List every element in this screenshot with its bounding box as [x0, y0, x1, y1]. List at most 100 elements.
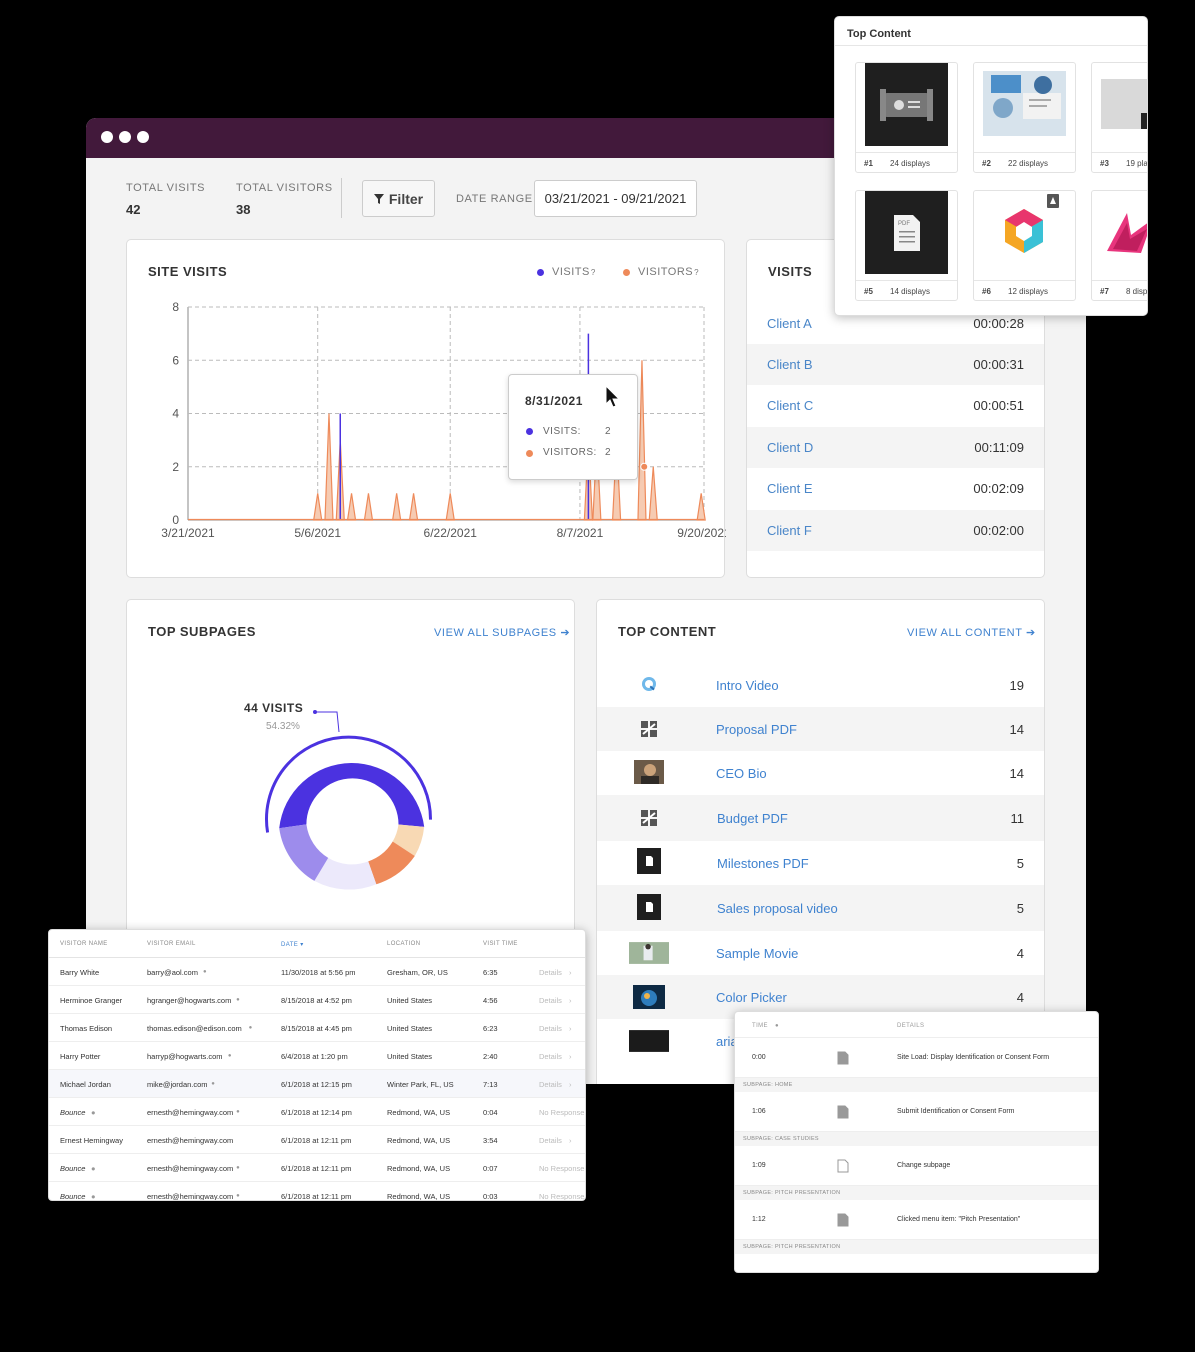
content-row[interactable]: Sales proposal video 5 [597, 885, 1044, 931]
content-row[interactable]: Proposal PDF 14 [597, 707, 1044, 751]
content-row[interactable]: Milestones PDF 5 [597, 841, 1044, 885]
content-row[interactable]: Intro Video 19 [597, 663, 1044, 707]
info-icon[interactable]: ● [236, 997, 240, 1003]
visit-time: 6:35 [483, 968, 498, 977]
visitor-email: ernesth@hemingway.com [147, 1108, 234, 1117]
visitor-email: harryp@hogwarts.com [147, 1052, 223, 1061]
view-all-subpages-label: VIEW ALL SUBPAGES [434, 627, 557, 639]
visit-row[interactable]: Client C 00:00:51 [747, 385, 1044, 426]
row-action[interactable]: Details [539, 1024, 562, 1033]
table-row[interactable]: Thomas Edison thomas.edison@edison.com ● 8/… [49, 1014, 585, 1042]
table-row[interactable]: Bounce ● ernesth@hemingway.com ● 6/1/2018 at… [49, 1098, 585, 1126]
document-icon [837, 1159, 849, 1173]
content-tile[interactable]: #3 19 pla [1091, 62, 1147, 173]
row-action[interactable]: Details [539, 1080, 562, 1089]
window-dot[interactable] [119, 131, 131, 143]
activity-row: 0:00 Site Load: Display Identification or… [735, 1038, 1098, 1078]
content-link[interactable]: Sales proposal video [717, 901, 838, 916]
col-date[interactable]: DATE ▾ [281, 941, 304, 948]
filter-icon [373, 193, 384, 204]
content-link[interactable]: Intro Video [716, 678, 779, 693]
row-action[interactable]: Details [539, 1136, 562, 1145]
visit-duration: 00:00:28 [973, 316, 1024, 331]
visit-row[interactable]: Client F 00:02:00 [747, 510, 1044, 551]
divider [341, 178, 342, 218]
content-link[interactable]: Budget PDF [717, 811, 788, 826]
content-tile[interactable]: PDF #5 14 displays [855, 190, 958, 301]
visit-time: 2:40 [483, 1052, 498, 1061]
visit-row[interactable]: Client D 00:11:09 [747, 427, 1044, 468]
content-link[interactable]: Color Picker [716, 990, 787, 1005]
tile-rank: #2 [982, 159, 991, 168]
view-all-content-link[interactable]: VIEW ALL CONTENT ➔ [907, 626, 1036, 639]
meeting-photo-icon [983, 63, 1066, 146]
row-action[interactable]: Details [539, 996, 562, 1005]
table-row[interactable]: Ernest Hemingway ernesth@hemingway.com 6/1… [49, 1126, 585, 1154]
visit-date: 11/30/2018 at 5:56 pm [281, 968, 356, 977]
visit-date: 6/1/2018 at 12:11 pm [281, 1136, 352, 1145]
chevron-right-icon[interactable]: › [569, 1136, 572, 1145]
content-link[interactable]: CEO Bio [716, 766, 767, 781]
date-range-label: DATE RANGE [456, 193, 533, 205]
visit-row[interactable]: Client B 00:00:31 [747, 344, 1044, 385]
content-tile[interactable]: #2 22 displays [973, 62, 1076, 173]
help-icon[interactable]: ● [91, 1164, 96, 1173]
content-tile[interactable]: #7 8 disp [1091, 190, 1147, 301]
window-dot[interactable] [137, 131, 149, 143]
row-action[interactable]: No Response [539, 1108, 584, 1117]
col-visit-time[interactable]: VISIT TIME [483, 941, 518, 947]
client-link[interactable]: Client A [767, 316, 812, 331]
row-action[interactable]: No Response [539, 1164, 584, 1173]
content-link[interactable]: Proposal PDF [716, 722, 797, 737]
info-icon[interactable]: ● [236, 1165, 240, 1171]
visit-location: United States [387, 996, 433, 1005]
client-link[interactable]: Client E [767, 481, 813, 496]
help-icon[interactable]: ● [91, 1192, 96, 1200]
chevron-right-icon[interactable]: › [569, 1052, 572, 1061]
content-link[interactable]: Sample Movie [716, 946, 798, 961]
help-icon[interactable]: ● [775, 1023, 779, 1029]
content-tile[interactable]: #6 12 displays [973, 190, 1076, 301]
table-row[interactable]: Michael Jordan mike@jordan.com ● 6/1/2018 a… [49, 1070, 585, 1098]
info-icon[interactable]: ● [228, 1053, 232, 1059]
table-row[interactable]: Herminoe Granger hgranger@hogwarts.com ● 8/… [49, 986, 585, 1014]
content-tile[interactable]: #1 24 displays [855, 62, 958, 173]
content-row[interactable]: Budget PDF 11 [597, 795, 1044, 841]
content-link[interactable]: Milestones PDF [717, 856, 809, 871]
window-dot[interactable] [101, 131, 113, 143]
table-row[interactable]: Bounce ● ernesth@hemingway.com ● 6/1/2018 at… [49, 1154, 585, 1182]
table-row[interactable]: Harry Potter harryp@hogwarts.com ● 6/4/2018… [49, 1042, 585, 1070]
donut-segment[interactable] [279, 763, 425, 829]
chevron-right-icon[interactable]: › [569, 1080, 572, 1089]
row-action[interactable]: Details [539, 1052, 562, 1061]
col-visitor-email[interactable]: VISITOR EMAIL [147, 941, 196, 947]
row-action[interactable]: No Response [539, 1192, 584, 1200]
table-row[interactable]: Barry White barry@aol.com ● 11/30/2018 at 5… [49, 958, 585, 986]
tile-rank: #6 [982, 287, 991, 296]
view-all-subpages-link[interactable]: VIEW ALL SUBPAGES ➔ [434, 626, 570, 639]
info-icon[interactable]: ● [203, 969, 207, 975]
client-link[interactable]: Client C [767, 398, 813, 413]
col-location[interactable]: LOCATION [387, 941, 420, 947]
chevron-right-icon[interactable]: › [569, 968, 572, 977]
content-row[interactable]: CEO Bio 14 [597, 751, 1044, 795]
table-row[interactable]: Bounce ● ernesth@hemingway.com ● 6/1/2018 at… [49, 1182, 585, 1200]
client-link[interactable]: Client D [767, 440, 813, 455]
visit-duration: 00:02:09 [973, 481, 1024, 496]
chevron-right-icon[interactable]: › [569, 996, 572, 1005]
chevron-right-icon[interactable]: › [569, 1024, 572, 1033]
content-row[interactable]: Sample Movie 4 [597, 931, 1044, 975]
info-icon[interactable]: ● [211, 1081, 215, 1087]
top-subpages-title: TOP SUBPAGES [148, 624, 256, 639]
info-icon[interactable]: ● [236, 1193, 240, 1199]
date-range-input[interactable]: 03/21/2021 - 09/21/2021 [534, 180, 697, 217]
row-action[interactable]: Details [539, 968, 562, 977]
info-icon[interactable]: ● [249, 1025, 253, 1031]
client-link[interactable]: Client B [767, 357, 813, 372]
help-icon[interactable]: ● [91, 1108, 96, 1117]
client-link[interactable]: Client F [767, 523, 812, 538]
filter-button[interactable]: Filter [362, 180, 435, 217]
col-visitor-name[interactable]: VISITOR NAME [60, 941, 108, 947]
info-icon[interactable]: ● [236, 1109, 240, 1115]
visit-row[interactable]: Client E 00:02:09 [747, 468, 1044, 509]
